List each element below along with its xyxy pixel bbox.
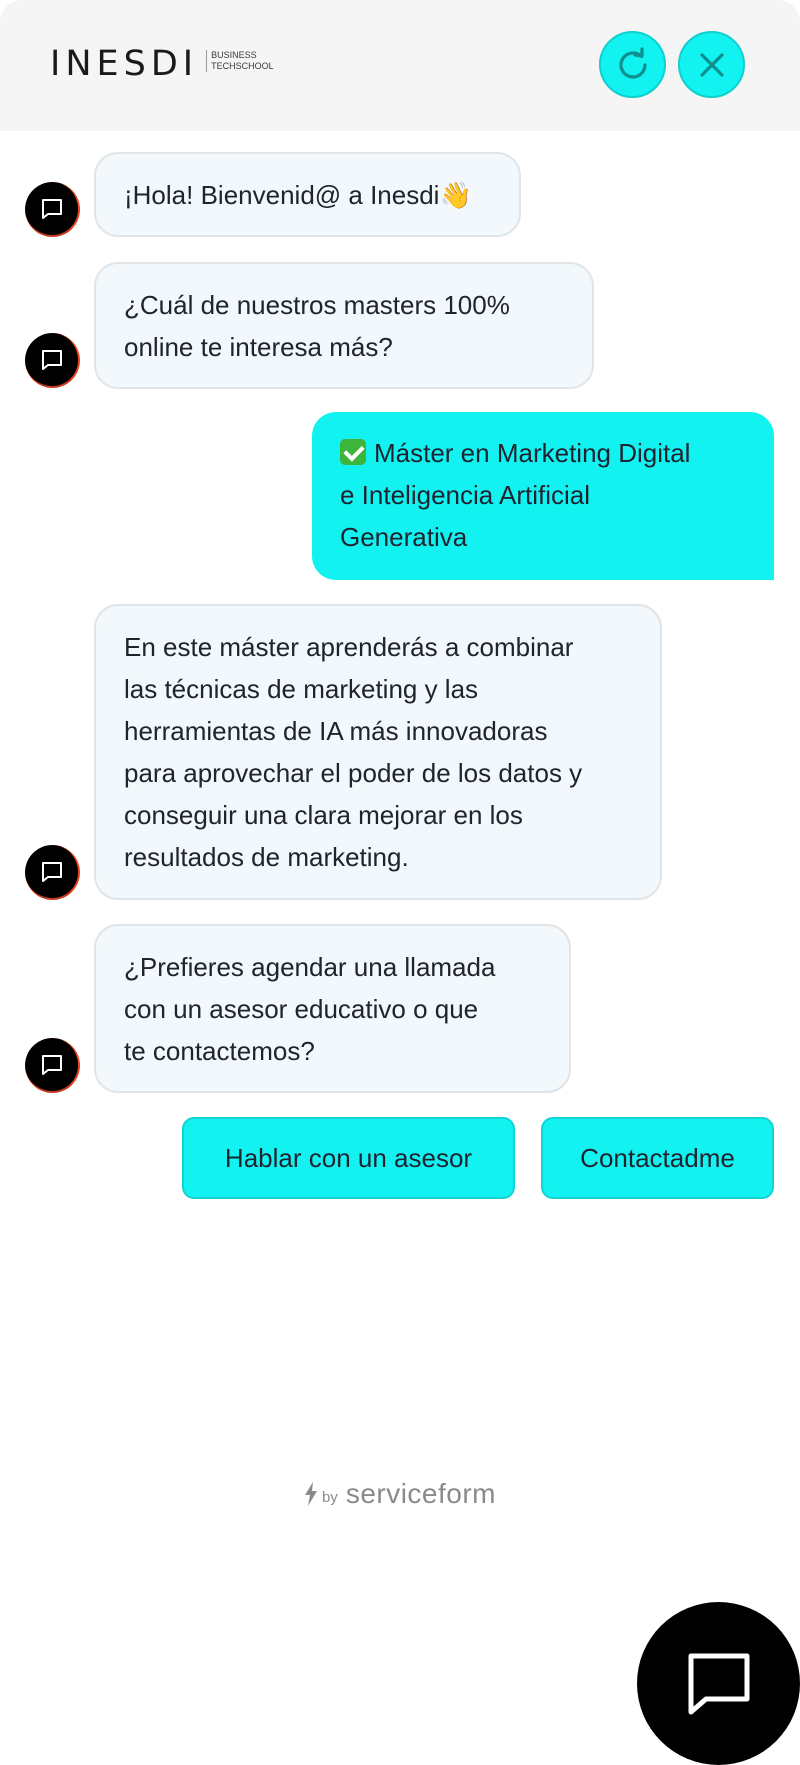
serviceform-brand: serviceform xyxy=(345,1478,497,1509)
chat-launcher-button[interactable] xyxy=(637,1602,800,1765)
powered-by-footer[interactable]: by serviceform xyxy=(0,1478,800,1510)
chat-header: INESDI BUSINESS TECHSCHOOL xyxy=(0,0,800,131)
bot-message: En este máster aprenderás a combinar las… xyxy=(94,604,662,900)
inesdi-logo: INESDI BUSINESS TECHSCHOOL xyxy=(50,44,274,84)
talk-to-advisor-button[interactable]: Hablar con un asesor xyxy=(182,1117,515,1199)
close-icon xyxy=(699,52,724,77)
close-button[interactable] xyxy=(678,31,745,98)
chat-bubble-icon xyxy=(688,1653,749,1714)
bot-avatar xyxy=(25,333,80,388)
chat-bubble-icon xyxy=(41,349,62,370)
chat-bubble-icon xyxy=(41,861,62,882)
bot-avatar xyxy=(25,1038,80,1093)
logo-tagline: BUSINESS TECHSCHOOL xyxy=(206,50,274,72)
user-message: Máster en Marketing Digital e Inteligenc… xyxy=(312,412,774,580)
chat-bubble-icon xyxy=(41,198,62,219)
bot-message: ¿Prefieres agendar una llamada con un as… xyxy=(94,924,571,1093)
lightning-icon xyxy=(304,1482,317,1506)
chat-widget: INESDI BUSINESS TECHSCHOOL ¡Hola! Bienve… xyxy=(0,0,800,1530)
bot-avatar xyxy=(25,845,80,900)
contact-me-button[interactable]: Contactadme xyxy=(541,1117,774,1199)
check-mark-icon xyxy=(340,439,366,465)
bot-avatar xyxy=(25,182,80,237)
logo-wordmark: INESDI xyxy=(50,44,199,84)
refresh-icon xyxy=(618,46,647,79)
bot-message: ¿Cuál de nuestros masters 100% online te… xyxy=(94,262,594,389)
restart-button[interactable] xyxy=(599,31,666,98)
chat-bubble-icon xyxy=(41,1054,62,1075)
footer-by-label: by xyxy=(321,1488,338,1506)
bot-message: ¡Hola! Bienvenid@ a Inesdi👋 xyxy=(94,152,521,237)
